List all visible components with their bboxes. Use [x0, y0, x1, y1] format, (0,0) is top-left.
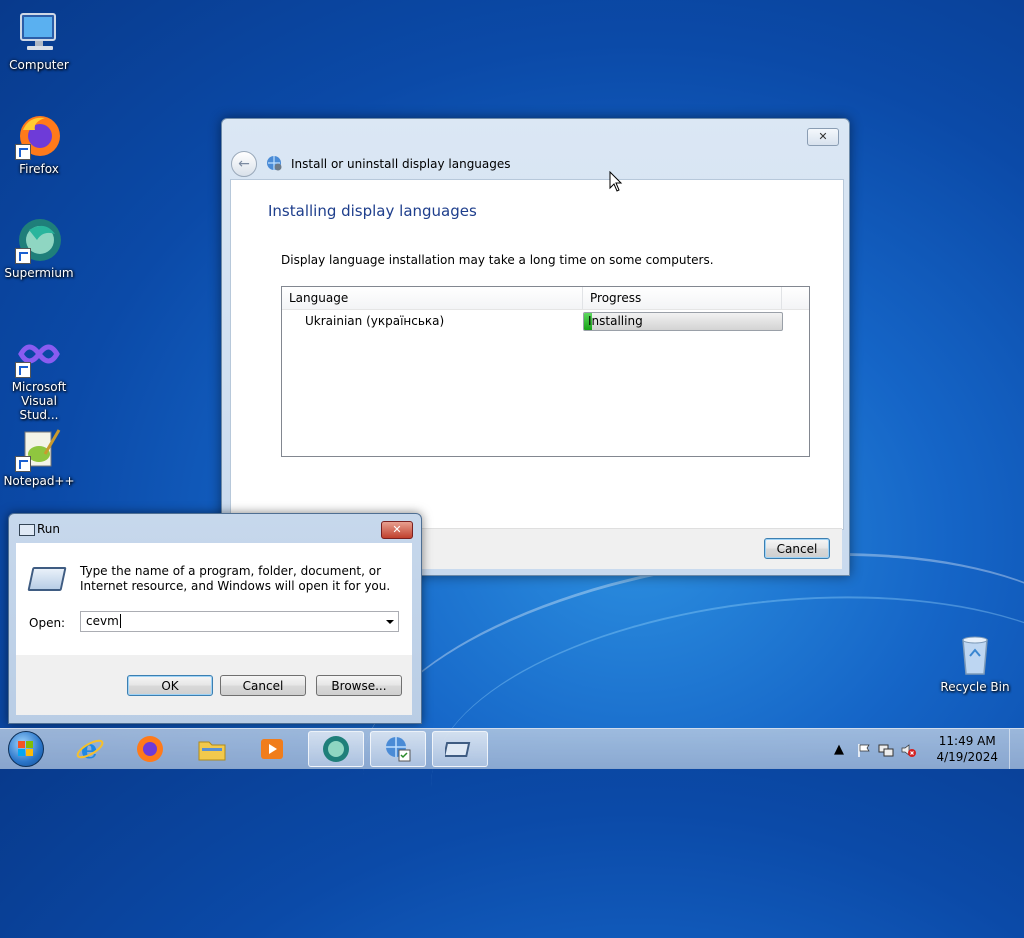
- navigation-bar: ← Install or uninstall display languages: [231, 151, 511, 177]
- open-input-value[interactable]: cevm: [86, 614, 121, 628]
- taskbar-supermium[interactable]: [308, 731, 364, 767]
- close-button[interactable]: ✕: [807, 128, 839, 146]
- media-player-icon: [261, 739, 283, 759]
- action-center-flag-icon[interactable]: [856, 742, 872, 762]
- desktop-icon-computer[interactable]: Computer: [1, 8, 77, 72]
- desktop-icon-recycle-bin[interactable]: Recycle Bin: [937, 630, 1013, 694]
- shortcut-arrow-icon: [15, 456, 31, 472]
- install-languages-window: ✕ ← Install or uninstall display languag…: [221, 118, 850, 576]
- internet-explorer-icon: e: [76, 735, 104, 764]
- browse-button[interactable]: Browse...: [316, 675, 402, 696]
- visual-studio-icon: [15, 330, 63, 378]
- install-progress-bar: Installing: [583, 312, 783, 331]
- taskbar-firefox[interactable]: [122, 731, 178, 767]
- run-dialog-footer: OK Cancel Browse...: [16, 655, 412, 715]
- chevron-down-icon[interactable]: [386, 620, 394, 624]
- taskbar-run[interactable]: [432, 731, 488, 767]
- desktop-icon-visual-studio[interactable]: Microsoft Visual Stud...: [1, 330, 77, 422]
- page-description: Display language installation may take a…: [281, 253, 714, 267]
- content-area: Installing display languages Display lan…: [230, 179, 844, 530]
- language-settings-icon: [386, 737, 411, 762]
- column-header-language[interactable]: Language: [282, 287, 583, 309]
- network-icon[interactable]: [878, 742, 894, 762]
- taskbar: e ▲ 11:49 AM 4/19/2024: [0, 728, 1024, 769]
- desktop-icon-notepadpp[interactable]: Notepad++: [1, 424, 77, 488]
- open-combobox[interactable]: cevm: [80, 611, 399, 632]
- progress-status-text: Installing: [588, 314, 643, 328]
- mouse-cursor-icon: [609, 171, 623, 192]
- desktop-icon-label: Supermium: [4, 266, 74, 280]
- back-arrow-icon: ←: [238, 156, 250, 172]
- volume-muted-icon[interactable]: [900, 742, 916, 762]
- shortcut-arrow-icon: [15, 362, 31, 378]
- run-dialog: Run ✕ Type the name of a program, folder…: [8, 513, 422, 724]
- desktop-icon-firefox[interactable]: Firefox: [1, 112, 77, 176]
- run-dialog-body: Type the name of a program, folder, docu…: [16, 543, 412, 655]
- clock-time: 11:49 AM: [938, 734, 996, 748]
- language-list: Language Progress Ukrainian (українська)…: [281, 286, 810, 457]
- recycle-bin-icon: [951, 630, 999, 678]
- cancel-button[interactable]: Cancel: [220, 675, 306, 696]
- desktop-icon-label: Microsoft Visual Stud...: [11, 380, 67, 422]
- start-button[interactable]: [4, 730, 48, 768]
- show-hidden-icons-icon[interactable]: ▲: [834, 742, 844, 757]
- desktop-icon-label: Computer: [9, 58, 69, 72]
- clock[interactable]: 11:49 AM 4/19/2024: [936, 733, 998, 765]
- run-program-icon: [27, 567, 67, 591]
- list-header: Language Progress: [282, 287, 809, 310]
- page-heading: Installing display languages: [268, 202, 477, 220]
- run-icon: [445, 742, 471, 757]
- open-label: Open:: [29, 616, 66, 630]
- firefox-icon: [137, 736, 163, 762]
- taskbar-internet-explorer[interactable]: e: [62, 731, 118, 767]
- window-title: Install or uninstall display languages: [291, 157, 511, 171]
- close-icon: ✕: [392, 523, 402, 536]
- close-icon: ✕: [818, 130, 828, 143]
- dialog-title: Run: [37, 522, 61, 536]
- supermium-icon: [15, 216, 63, 264]
- system-tray: ▲ 11:49 AM 4/19/2024: [834, 729, 1024, 769]
- close-button[interactable]: ✕: [381, 521, 413, 539]
- svg-text:e: e: [81, 735, 98, 764]
- windows-logo-icon: [8, 731, 44, 767]
- ok-button[interactable]: OK: [127, 675, 213, 696]
- desktop-icon-label: Firefox: [19, 162, 59, 176]
- run-description: Type the name of a program, folder, docu…: [80, 564, 391, 593]
- clock-date: 4/19/2024: [936, 750, 998, 764]
- column-header-progress[interactable]: Progress: [583, 287, 782, 309]
- desktop-icon-label: Recycle Bin: [940, 680, 1010, 694]
- shortcut-arrow-icon: [15, 248, 31, 264]
- taskbar-media-player[interactable]: [244, 731, 300, 767]
- taskbar-language-settings[interactable]: [370, 731, 426, 767]
- desktop-icon-label: Notepad++: [3, 474, 75, 488]
- computer-icon: [15, 8, 63, 56]
- desktop-icon-supermium[interactable]: Supermium: [1, 216, 77, 280]
- list-item-language[interactable]: Ukrainian (українська): [305, 314, 444, 328]
- folder-icon: [198, 741, 226, 761]
- supermium-icon: [323, 736, 349, 762]
- taskbar-file-explorer[interactable]: [184, 731, 240, 767]
- notepadpp-icon: [15, 424, 63, 472]
- back-button[interactable]: ←: [231, 151, 257, 177]
- firefox-icon: [15, 112, 63, 160]
- shortcut-arrow-icon: [15, 144, 31, 160]
- cancel-button[interactable]: Cancel: [764, 538, 830, 559]
- language-settings-icon: [265, 154, 283, 175]
- run-icon: [19, 524, 35, 536]
- show-desktop-button[interactable]: [1009, 729, 1024, 769]
